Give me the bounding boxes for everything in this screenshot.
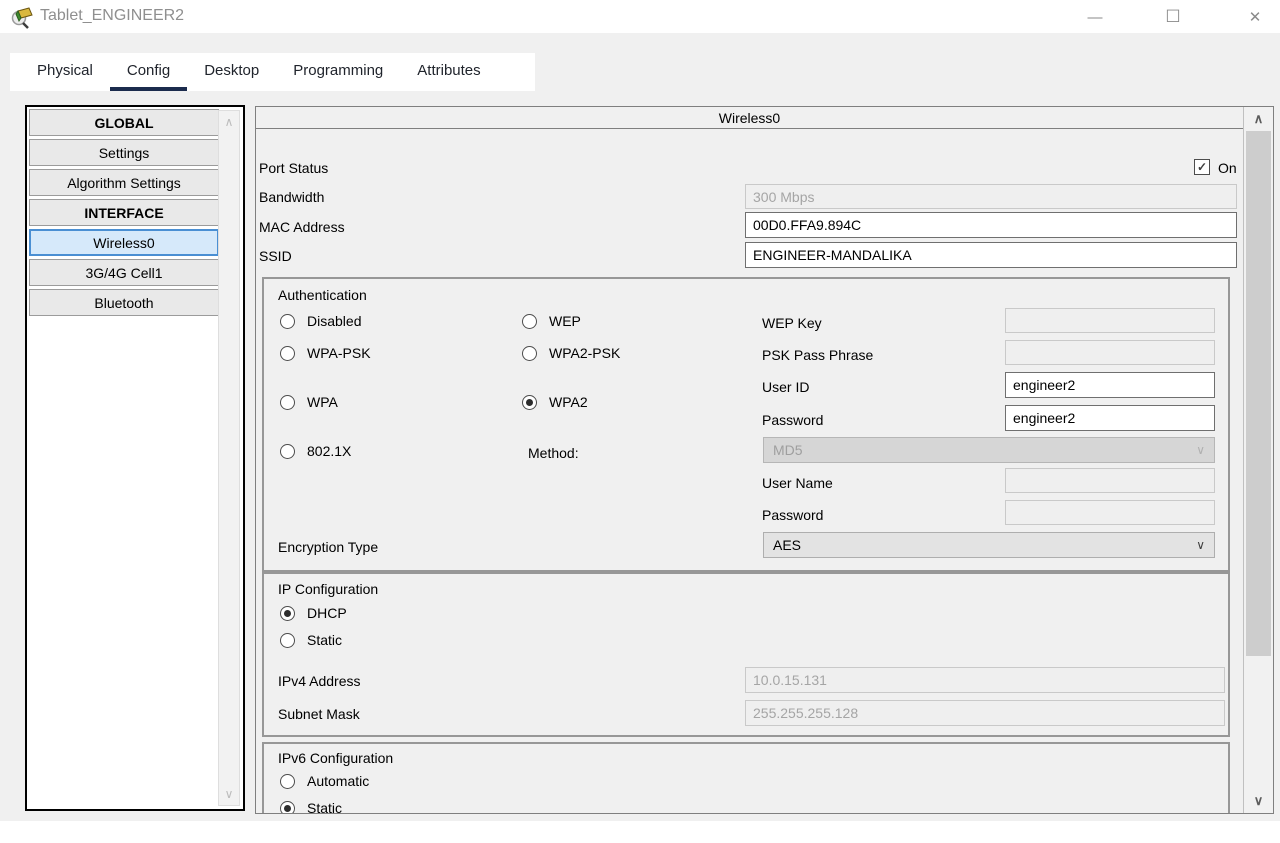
radio-icon (280, 444, 295, 459)
password2-field (1005, 500, 1215, 525)
scroll-down-icon[interactable]: ∨ (1244, 793, 1273, 809)
user-name-field (1005, 468, 1215, 493)
method-label: Method: (528, 445, 579, 461)
user-id-field[interactable]: engineer2 (1005, 372, 1215, 398)
encryption-type-label: Encryption Type (278, 539, 378, 555)
port-status-on-label: On (1218, 160, 1237, 176)
radio-icon (280, 314, 295, 329)
radio-icon (280, 395, 295, 410)
radio-icon (280, 774, 295, 789)
scroll-up-icon[interactable]: ∧ (219, 115, 239, 129)
sidebar-item-algorithm-settings[interactable]: Algorithm Settings (29, 169, 219, 196)
chevron-down-icon: ∨ (1196, 538, 1205, 552)
radio-icon (522, 346, 537, 361)
tab-desktop[interactable]: Desktop (187, 53, 276, 91)
interface-panel: Wireless0 ∧ ∨ Port Status ✓ On Bandwidth… (255, 106, 1274, 814)
sidebar-scrollbar[interactable]: ∧ ∨ (218, 110, 240, 806)
bandwidth-field: 300 Mbps (745, 184, 1237, 209)
radio-automatic-ipv6[interactable]: Automatic (280, 773, 369, 789)
maximize-icon[interactable]: ☐ (1156, 4, 1190, 30)
sidebar-item-settings[interactable]: Settings (29, 139, 219, 166)
authentication-title: Authentication (278, 287, 367, 303)
ssid-label: SSID (259, 248, 292, 264)
sidebar-item-interface[interactable]: INTERFACE (29, 199, 219, 226)
sidebar-item-wireless0[interactable]: Wireless0 (29, 229, 219, 256)
panel-scrollbar[interactable]: ∧ ∨ (1243, 107, 1273, 813)
radio-wpa[interactable]: WPA (280, 394, 338, 410)
ipv6-configuration-title: IPv6 Configuration (278, 750, 393, 766)
sidebar-item-global[interactable]: GLOBAL (29, 109, 219, 136)
subnet-mask-label: Subnet Mask (278, 706, 360, 722)
scrollbar-thumb[interactable] (1246, 131, 1271, 656)
ssid-field[interactable]: ENGINEER-MANDALIKA (745, 242, 1237, 268)
radio-wep[interactable]: WEP (522, 313, 581, 329)
wep-key-label: WEP Key (762, 315, 822, 331)
radio-selected-icon (522, 395, 537, 410)
method-select: MD5 ∨ (763, 437, 1215, 463)
radio-selected-icon (280, 606, 295, 621)
ipv6-configuration-group: IPv6 Configuration Automatic Static (262, 742, 1230, 814)
bandwidth-label: Bandwidth (259, 189, 324, 205)
radio-dhcp[interactable]: DHCP (280, 605, 347, 621)
radio-icon (280, 633, 295, 648)
password-field[interactable]: engineer2 (1005, 405, 1215, 431)
scroll-down-icon[interactable]: ∨ (219, 787, 239, 801)
scroll-up-icon[interactable]: ∧ (1244, 111, 1273, 127)
radio-icon (280, 346, 295, 361)
password-label: Password (762, 412, 823, 428)
sidebar-item-3g4g-cell1[interactable]: 3G/4G Cell1 (29, 259, 219, 286)
radio-selected-icon (280, 801, 295, 815)
encryption-type-select[interactable]: AES ∨ (763, 532, 1215, 558)
sidebar-item-bluetooth[interactable]: Bluetooth (29, 289, 219, 316)
psk-pass-phrase-label: PSK Pass Phrase (762, 347, 873, 363)
radio-8021x[interactable]: 802.1X (280, 443, 351, 459)
panel-title: Wireless0 (256, 107, 1243, 129)
radio-icon (522, 314, 537, 329)
title-bar: Tablet_ENGINEER2 — ☐ ✕ (0, 0, 1280, 33)
password2-label: Password (762, 507, 823, 523)
radio-disabled[interactable]: Disabled (280, 313, 361, 329)
ipv4-address-field: 10.0.15.131 (745, 667, 1225, 693)
minimize-icon[interactable]: — (1078, 4, 1112, 30)
close-icon[interactable]: ✕ (1238, 4, 1272, 30)
port-status-label: Port Status (259, 160, 328, 176)
config-sidebar: GLOBAL Settings Algorithm Settings INTER… (25, 105, 245, 811)
port-status-checkbox[interactable]: ✓ (1194, 159, 1210, 175)
radio-wpa2-psk[interactable]: WPA2-PSK (522, 345, 620, 361)
authentication-group: Authentication Disabled WEP WPA-PSK WPA2… (262, 277, 1230, 572)
chevron-down-icon: ∨ (1196, 443, 1205, 457)
tab-config[interactable]: Config (110, 53, 187, 91)
user-name-label: User Name (762, 475, 833, 491)
ip-configuration-title: IP Configuration (278, 581, 378, 597)
tab-bar: Physical Config Desktop Programming Attr… (10, 53, 535, 91)
subnet-mask-field: 255.255.255.128 (745, 700, 1225, 726)
tab-programming[interactable]: Programming (276, 53, 400, 91)
radio-static-ipv6[interactable]: Static (280, 800, 342, 814)
ipv4-address-label: IPv4 Address (278, 673, 361, 689)
mac-address-field[interactable]: 00D0.FFA9.894C (745, 212, 1237, 238)
tab-physical[interactable]: Physical (20, 53, 110, 91)
radio-wpa-psk[interactable]: WPA-PSK (280, 345, 371, 361)
window-title: Tablet_ENGINEER2 (40, 7, 184, 25)
radio-static-ipv4[interactable]: Static (280, 632, 342, 648)
radio-wpa2[interactable]: WPA2 (522, 394, 588, 410)
mac-address-label: MAC Address (259, 219, 345, 235)
psk-pass-phrase-field (1005, 340, 1215, 365)
ip-configuration-group: IP Configuration DHCP Static IPv4 Addres… (262, 572, 1230, 737)
wep-key-field (1005, 308, 1215, 333)
app-icon (10, 5, 34, 29)
tab-attributes[interactable]: Attributes (400, 53, 497, 91)
user-id-label: User ID (762, 379, 809, 395)
